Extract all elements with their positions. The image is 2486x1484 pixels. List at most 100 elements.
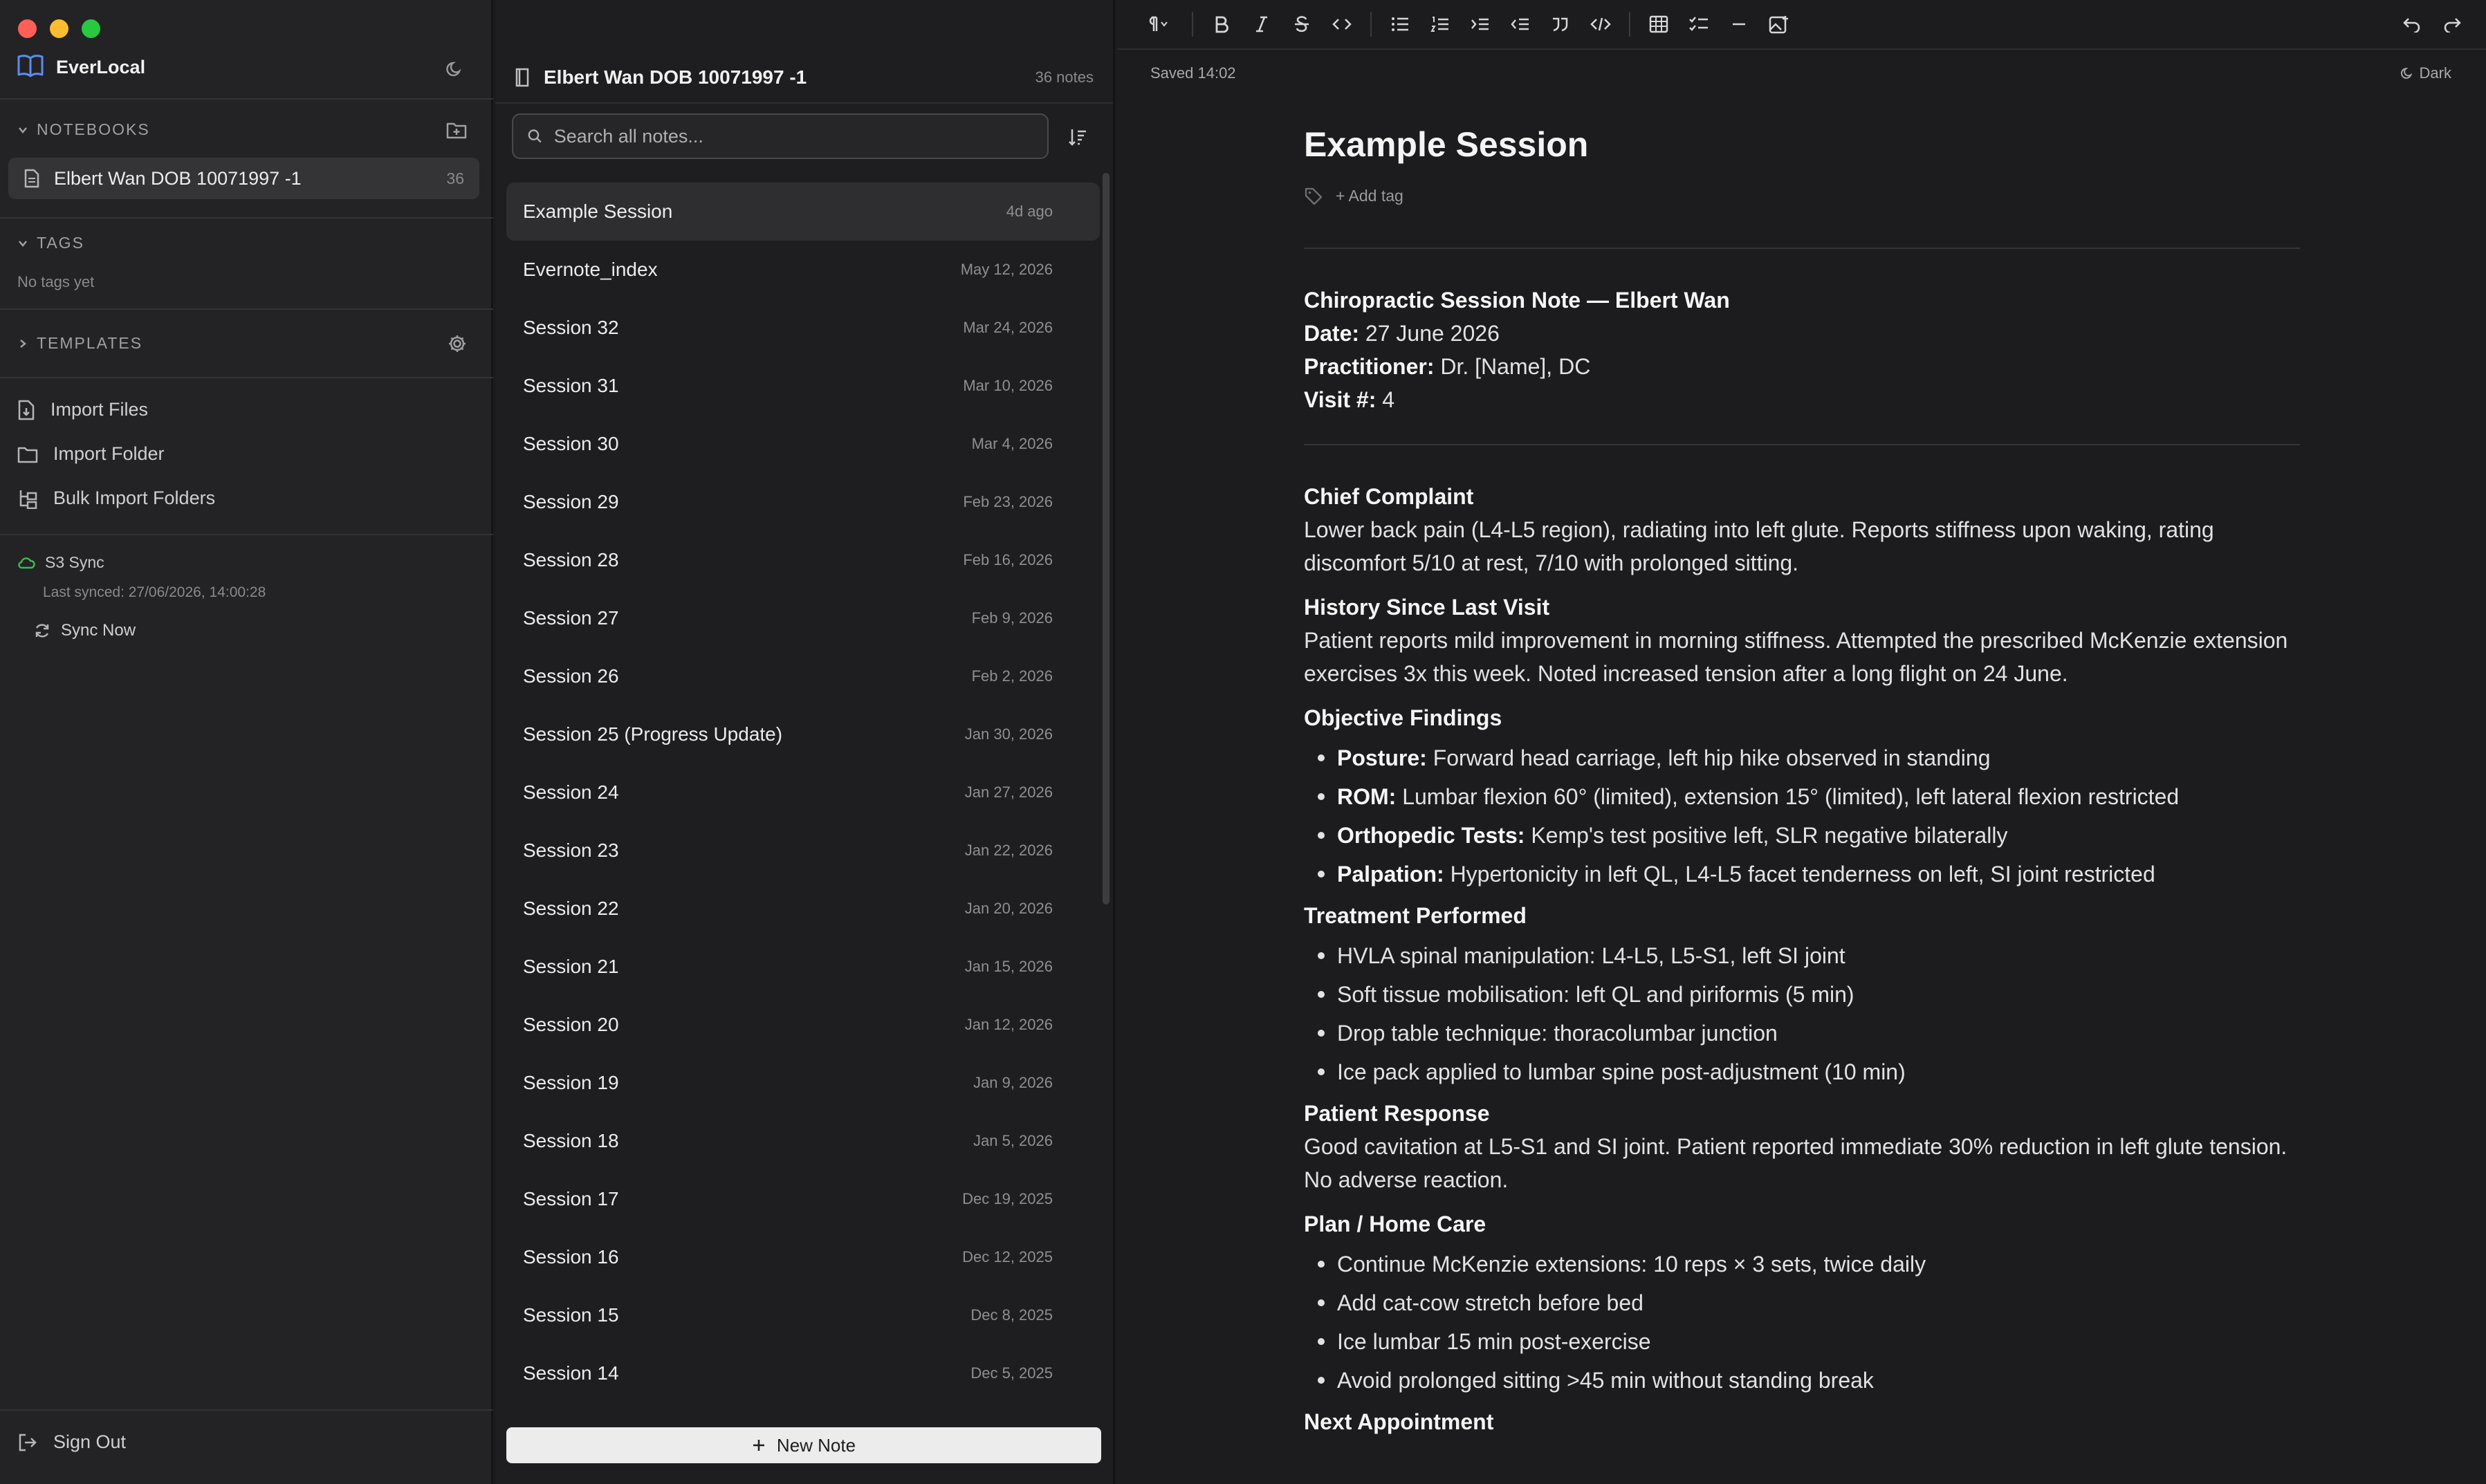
note-item-date: Jan 30, 2026 <box>964 725 1053 743</box>
note-item-date: Dec 8, 2025 <box>970 1306 1053 1324</box>
search-field[interactable] <box>512 113 1049 159</box>
undo-icon <box>2403 18 2420 33</box>
sign-out-label: Sign Out <box>53 1431 127 1452</box>
note-list-item[interactable]: Session 18 Jan 5, 2026 <box>506 1112 1100 1170</box>
notebooks-section-toggle[interactable]: NOTEBOOKS <box>17 120 150 139</box>
note-list-item[interactable]: Example Session 4d ago <box>506 183 1100 241</box>
bold-icon <box>1215 16 1228 33</box>
add-tag-button[interactable]: + Add tag <box>1336 187 1403 205</box>
note-item-date: Mar 24, 2026 <box>963 319 1053 336</box>
list-item: Ice lumbar 15 min post-exercise <box>1304 1322 2300 1361</box>
note-item-date: Jan 27, 2026 <box>964 783 1053 801</box>
undo-button[interactable] <box>2392 4 2432 44</box>
note-title[interactable]: Example Session <box>1304 124 2300 165</box>
inline-code-button[interactable] <box>1322 4 1362 44</box>
new-note-button[interactable]: New Note <box>506 1427 1101 1463</box>
italic-button[interactable] <box>1242 4 1282 44</box>
templates-section-toggle[interactable]: TEMPLATES <box>17 334 142 353</box>
bold-button[interactable] <box>1201 4 1242 44</box>
blockquote-button[interactable] <box>1540 4 1581 44</box>
bullet-list-button[interactable] <box>1380 4 1420 44</box>
note-item-title: Session 21 <box>523 956 619 977</box>
list-item: HVLA spinal manipulation: L4-L5, L5-S1, … <box>1304 936 2300 975</box>
note-item-date: May 12, 2026 <box>960 261 1053 278</box>
note-item-title: Example Session <box>523 201 673 222</box>
new-notebook-button[interactable] <box>443 116 470 144</box>
import-folder-button[interactable]: Import Folder <box>17 443 165 465</box>
code-block-button[interactable] <box>1581 4 1621 44</box>
note-list-item[interactable]: Session 15 Dec 8, 2025 <box>506 1286 1100 1344</box>
finding-text: Kemp's test positive left, SLR negative … <box>1525 823 2008 848</box>
note-list-item[interactable]: Session 22 Jan 20, 2026 <box>506 880 1100 938</box>
book-icon <box>17 54 44 81</box>
sync-now-button[interactable]: Sync Now <box>33 621 136 640</box>
import-files-button[interactable]: Import Files <box>17 399 148 420</box>
note-list-item[interactable]: Session 26 Feb 2, 2026 <box>506 647 1100 705</box>
note-list-item[interactable]: Session 25 (Progress Update) Jan 30, 2026 <box>506 705 1100 763</box>
note-list-item[interactable]: Session 20 Jan 12, 2026 <box>506 996 1100 1054</box>
search-input[interactable] <box>553 125 1033 147</box>
horizontal-rule-icon <box>1733 23 1745 26</box>
note-item-title: Session 31 <box>523 375 619 396</box>
theme-toggle-button[interactable] <box>441 55 468 83</box>
insert-image-button[interactable] <box>1759 4 1799 44</box>
note-list-item[interactable]: Session 29 Feb 23, 2026 <box>506 473 1100 531</box>
paragraph-style-dropdown[interactable] <box>1131 4 1184 44</box>
tags-section-toggle[interactable]: TAGS <box>17 234 84 252</box>
bulk-import-button[interactable]: Bulk Import Folders <box>17 488 215 509</box>
note-list-item[interactable]: Session 16 Dec 12, 2025 <box>506 1228 1100 1286</box>
app-name: EverLocal <box>56 57 146 77</box>
list-item: Orthopedic Tests: Kemp's test positive l… <box>1304 816 2300 855</box>
note-list-item[interactable]: Session 32 Mar 24, 2026 <box>506 299 1100 357</box>
window-close-button[interactable] <box>18 19 37 38</box>
date-label: Date: <box>1304 321 1360 346</box>
response-heading: Patient Response <box>1304 1101 1490 1126</box>
sort-icon <box>1069 129 1086 146</box>
chief-complaint-heading: Chief Complaint <box>1304 484 1474 509</box>
history-text: Patient reports mild improvement in morn… <box>1304 628 2288 686</box>
note-item-date: Dec 19, 2025 <box>962 1190 1053 1207</box>
folder-icon <box>17 447 38 463</box>
note-list-item[interactable]: Session 30 Mar 4, 2026 <box>506 415 1100 473</box>
note-list-item[interactable]: Session 23 Jan 22, 2026 <box>506 822 1100 880</box>
note-document[interactable]: Example Session + Add tag Chiropractic S… <box>1304 124 2300 1438</box>
tags-heading: TAGS <box>37 234 84 252</box>
chevron-down-icon <box>19 127 27 133</box>
theme-toggle[interactable]: Dark <box>2400 64 2451 82</box>
outdent-button[interactable] <box>1500 4 1540 44</box>
numbered-list-button[interactable] <box>1420 4 1460 44</box>
notebook-title: Elbert Wan DOB 10071997 -1 <box>544 66 807 88</box>
list-item: Ice pack applied to lumbar spine post-ad… <box>1304 1052 2300 1091</box>
note-item-title: Session 15 <box>523 1304 619 1326</box>
sign-out-button[interactable]: Sign Out <box>17 1431 126 1453</box>
notebook-count: 36 <box>446 169 464 187</box>
note-list-item[interactable]: Session 14 Dec 5, 2025 <box>506 1344 1100 1402</box>
note-list-item[interactable]: Evernote_index May 12, 2026 <box>506 241 1100 299</box>
note-item-date: Jan 22, 2026 <box>964 842 1053 859</box>
sort-button[interactable] <box>1062 122 1093 152</box>
note-list-item[interactable]: Session 19 Jan 9, 2026 <box>506 1054 1100 1112</box>
window-minimize-button[interactable] <box>50 19 68 38</box>
note-list-item[interactable]: Session 28 Feb 16, 2026 <box>506 531 1100 589</box>
indent-button[interactable] <box>1460 4 1500 44</box>
list-item: Soft tissue mobilisation: left QL and pi… <box>1304 975 2300 1014</box>
note-list-item[interactable]: Session 21 Jan 15, 2026 <box>506 938 1100 996</box>
note-list-item[interactable]: Session 27 Feb 9, 2026 <box>506 589 1100 647</box>
notes-scrollbar[interactable] <box>1103 173 1110 905</box>
checklist-button[interactable] <box>1679 4 1719 44</box>
insert-table-button[interactable] <box>1639 4 1679 44</box>
file-import-icon <box>18 400 35 420</box>
visit-label: Visit #: <box>1304 387 1376 412</box>
file-icon <box>24 169 39 188</box>
note-list-item[interactable]: Session 31 Mar 10, 2026 <box>506 357 1100 415</box>
tag-row: + Add tag <box>1304 185 2300 206</box>
notebook-item[interactable]: Elbert Wan DOB 10071997 -1 36 <box>8 158 479 199</box>
redo-button[interactable] <box>2432 4 2472 44</box>
horizontal-rule-button[interactable] <box>1719 4 1759 44</box>
note-list-item[interactable]: Session 24 Jan 27, 2026 <box>506 763 1100 822</box>
note-list-item[interactable]: Session 17 Dec 19, 2025 <box>506 1170 1100 1228</box>
finding-label: Posture: <box>1337 745 1427 770</box>
strikethrough-button[interactable] <box>1282 4 1322 44</box>
window-maximize-button[interactable] <box>82 19 100 38</box>
templates-settings-button[interactable] <box>443 330 471 358</box>
